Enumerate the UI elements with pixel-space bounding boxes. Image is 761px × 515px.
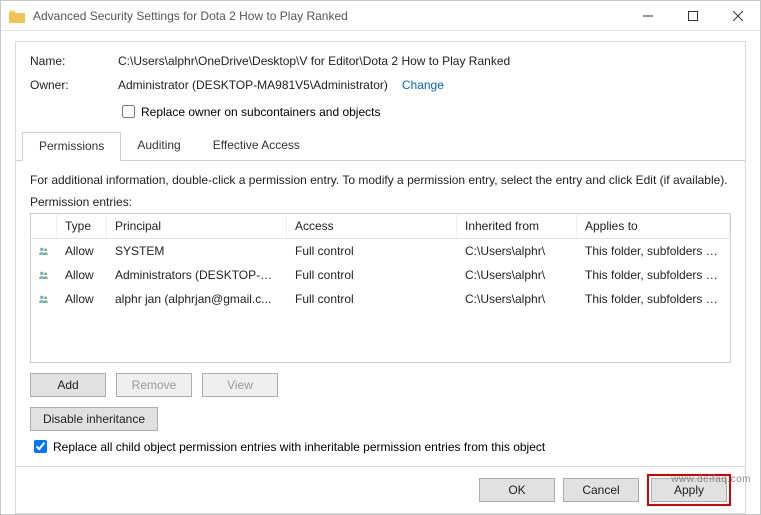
- window-title: Advanced Security Settings for Dota 2 Ho…: [33, 9, 625, 23]
- cell-applies: This folder, subfolders and files: [577, 265, 730, 285]
- replace-all-checkbox[interactable]: [34, 440, 47, 453]
- meta-panel: Name: C:\Users\alphr\OneDrive\Desktop\V …: [15, 41, 746, 514]
- tab-permissions[interactable]: Permissions: [22, 132, 121, 161]
- maximize-button[interactable]: [670, 1, 715, 30]
- security-settings-window: Advanced Security Settings for Dota 2 Ho…: [0, 0, 761, 515]
- cell-inherited: C:\Users\alphr\: [457, 289, 577, 309]
- table-row[interactable]: Allowalphr jan (alphrjan@gmail.c...Full …: [31, 287, 730, 311]
- replace-all-label: Replace all child object permission entr…: [53, 440, 545, 454]
- permission-entries-label: Permission entries:: [30, 195, 731, 209]
- remove-button[interactable]: Remove: [116, 373, 192, 397]
- change-owner-link[interactable]: Change: [402, 78, 444, 92]
- cell-type: Allow: [57, 265, 107, 285]
- entry-buttons: Add Remove View: [30, 373, 731, 397]
- tab-effective-access[interactable]: Effective Access: [197, 132, 316, 161]
- cell-inherited: C:\Users\alphr\: [457, 241, 577, 261]
- column-icon[interactable]: [31, 214, 57, 238]
- cell-principal: alphr jan (alphrjan@gmail.c...: [107, 289, 287, 309]
- column-principal[interactable]: Principal: [107, 214, 287, 238]
- table-row[interactable]: AllowSYSTEMFull controlC:\Users\alphr\Th…: [31, 239, 730, 263]
- apply-button[interactable]: Apply: [651, 478, 727, 502]
- replace-owner-checkbox[interactable]: [122, 105, 135, 118]
- owner-label: Owner:: [30, 78, 118, 92]
- table-row[interactable]: AllowAdministrators (DESKTOP-MA...Full c…: [31, 263, 730, 287]
- disable-inheritance-button[interactable]: Disable inheritance: [30, 407, 158, 431]
- add-button[interactable]: Add: [30, 373, 106, 397]
- permission-entries-table: Type Principal Access Inherited from App…: [30, 213, 731, 363]
- replace-owner-label: Replace owner on subcontainers and objec…: [141, 105, 380, 119]
- close-button[interactable]: [715, 1, 760, 30]
- apply-highlight: Apply: [647, 474, 731, 506]
- replace-owner-row: Replace owner on subcontainers and objec…: [118, 102, 731, 121]
- table-header: Type Principal Access Inherited from App…: [31, 214, 730, 239]
- minimize-button[interactable]: [625, 1, 670, 30]
- tab-strip: Permissions Auditing Effective Access: [16, 131, 745, 161]
- cell-type: Allow: [57, 241, 107, 261]
- cell-principal: Administrators (DESKTOP-MA...: [107, 265, 287, 285]
- column-applies[interactable]: Applies to: [577, 214, 730, 238]
- owner-row: Owner: Administrator (DESKTOP-MA981V5\Ad…: [30, 78, 731, 92]
- users-icon: [31, 289, 57, 309]
- cell-access: Full control: [287, 241, 457, 261]
- cancel-button[interactable]: Cancel: [563, 478, 639, 502]
- cell-access: Full control: [287, 265, 457, 285]
- column-type[interactable]: Type: [57, 214, 107, 238]
- users-icon: [31, 265, 57, 285]
- cell-access: Full control: [287, 289, 457, 309]
- view-button[interactable]: View: [202, 373, 278, 397]
- titlebar: Advanced Security Settings for Dota 2 Ho…: [1, 1, 760, 31]
- info-text: For additional information, double-click…: [30, 173, 731, 187]
- column-access[interactable]: Access: [287, 214, 457, 238]
- owner-value: Administrator (DESKTOP-MA981V5\Administr…: [118, 78, 388, 92]
- name-value: C:\Users\alphr\OneDrive\Desktop\V for Ed…: [118, 54, 510, 68]
- replace-all-row: Replace all child object permission entr…: [30, 437, 731, 456]
- folder-icon: [9, 9, 25, 23]
- tab-auditing[interactable]: Auditing: [121, 132, 196, 161]
- name-label: Name:: [30, 54, 118, 68]
- name-row: Name: C:\Users\alphr\OneDrive\Desktop\V …: [30, 54, 731, 68]
- system-buttons: [625, 1, 760, 30]
- column-inherited[interactable]: Inherited from: [457, 214, 577, 238]
- ok-button[interactable]: OK: [479, 478, 555, 502]
- cell-inherited: C:\Users\alphr\: [457, 265, 577, 285]
- users-icon: [31, 241, 57, 261]
- dialog-footer: OK Cancel Apply: [16, 466, 745, 512]
- cell-principal: SYSTEM: [107, 241, 287, 261]
- table-body: AllowSYSTEMFull controlC:\Users\alphr\Th…: [31, 239, 730, 311]
- cell-applies: This folder, subfolders and files: [577, 241, 730, 261]
- cell-type: Allow: [57, 289, 107, 309]
- content-area: Name: C:\Users\alphr\OneDrive\Desktop\V …: [1, 31, 760, 514]
- cell-applies: This folder, subfolders and files: [577, 289, 730, 309]
